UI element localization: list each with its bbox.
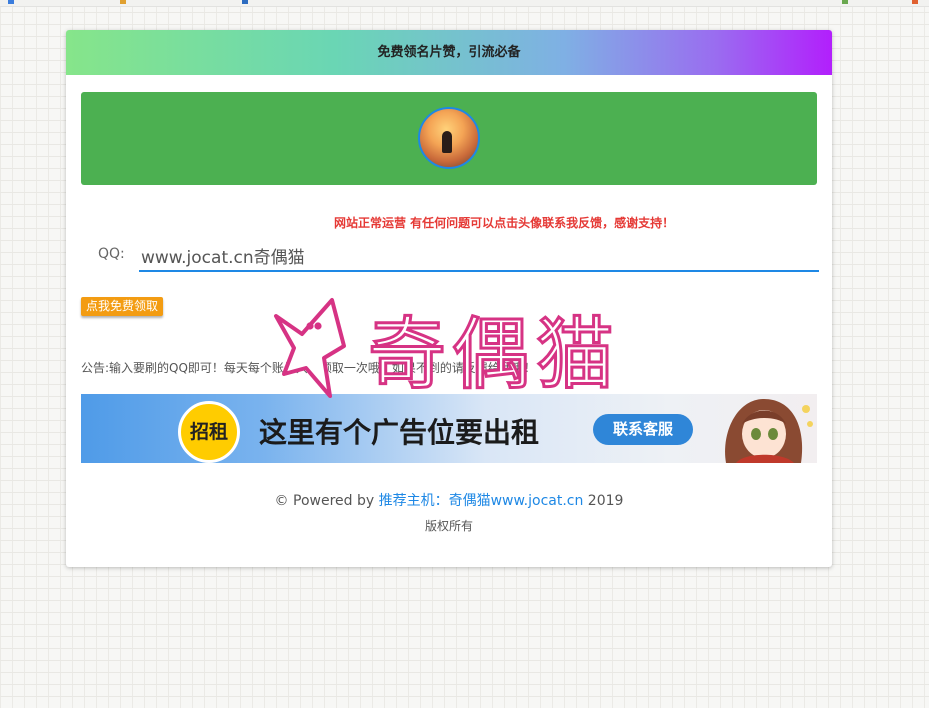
contact-support-button[interactable]: 联系客服: [593, 414, 693, 445]
ad-text: 这里有个广告位要出租: [259, 416, 540, 449]
qq-input[interactable]: [139, 240, 819, 272]
qq-label: QQ:: [98, 246, 125, 262]
ad-banner[interactable]: 招租 这里有个广告位要出租 联系客服: [81, 394, 817, 463]
profile-banner: [81, 92, 817, 185]
notice-text: 网站正常运营 有任何问题可以点击头像联系我反馈，感谢支持！: [334, 216, 675, 230]
footer-year: 2019: [583, 493, 624, 509]
footer-powered-prefix: © Powered by: [274, 493, 379, 509]
footer-rights: 版权所有: [424, 519, 473, 533]
avatar-figure: [442, 131, 452, 153]
page-title: 免费领名片赞，引流必备: [66, 30, 832, 75]
browser-top-strip: [0, 0, 929, 7]
anime-girl-illustration: [725, 399, 813, 463]
ad-badge: 招租: [178, 401, 240, 463]
announcement-text: 公告:输入要刷的QQ即可！每天每个账号只能领取一次哦，如果不到的请反馈给我哦！: [81, 361, 536, 375]
claim-button[interactable]: 点我免费领取: [81, 297, 164, 316]
footer-host-link[interactable]: 推荐主机：奇偶猫www.jocat.cn: [379, 493, 584, 509]
footer-powered: © Powered by 推荐主机：奇偶猫www.jocat.cn 2019: [66, 490, 832, 510]
avatar[interactable]: [418, 107, 480, 169]
main-card: 免费领名片赞，引流必备 网站正常运营 有任何问题可以点击头像联系我反馈，感谢支持…: [66, 30, 832, 567]
